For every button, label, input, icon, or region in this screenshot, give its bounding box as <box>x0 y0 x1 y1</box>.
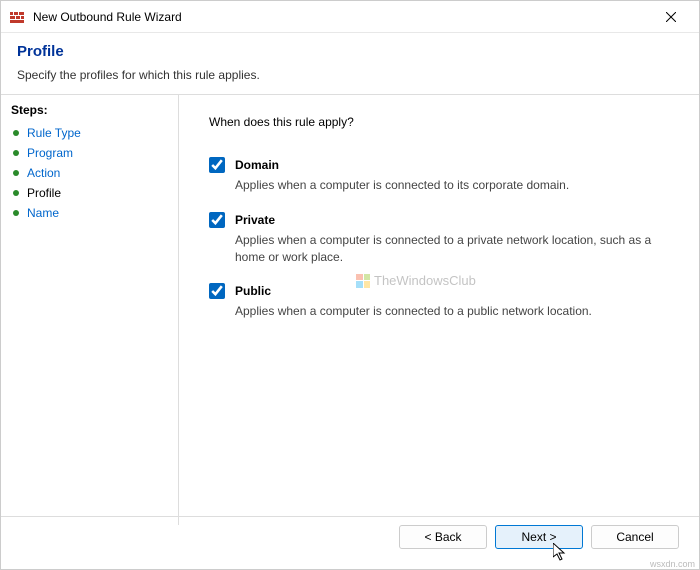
bullet-icon <box>13 150 19 156</box>
option-domain: Domain Applies when a computer is connec… <box>209 157 669 194</box>
public-checkbox[interactable] <box>209 283 225 299</box>
content-panel: When does this rule apply? Domain Applie… <box>179 95 699 525</box>
firewall-icon <box>9 9 25 25</box>
cancel-button[interactable]: Cancel <box>591 525 679 549</box>
bullet-icon <box>13 190 19 196</box>
page-title: Profile <box>17 43 683 60</box>
wizard-body: Steps: Rule Type Program Action Profile … <box>1 95 699 525</box>
step-label: Rule Type <box>27 126 81 140</box>
wizard-header: Profile Specify the profiles for which t… <box>1 33 699 94</box>
back-button[interactable]: < Back <box>399 525 487 549</box>
page-subtitle: Specify the profiles for which this rule… <box>17 68 683 82</box>
step-label: Profile <box>27 186 61 200</box>
window-title: New Outbound Rule Wizard <box>33 10 651 24</box>
step-label: Program <box>27 146 73 160</box>
titlebar: New Outbound Rule Wizard <box>1 1 699 33</box>
domain-label[interactable]: Domain <box>235 158 279 172</box>
steps-heading: Steps: <box>11 103 168 117</box>
steps-sidebar: Steps: Rule Type Program Action Profile … <box>1 95 179 525</box>
next-button[interactable]: Next > <box>495 525 583 549</box>
step-label: Name <box>27 206 59 220</box>
attribution-text: wsxdn.com <box>650 559 695 569</box>
step-profile[interactable]: Profile <box>11 183 168 203</box>
steps-list: Rule Type Program Action Profile Name <box>11 123 168 223</box>
step-program[interactable]: Program <box>11 143 168 163</box>
step-action[interactable]: Action <box>11 163 168 183</box>
close-icon <box>666 12 676 22</box>
public-label[interactable]: Public <box>235 284 271 298</box>
question-text: When does this rule apply? <box>209 115 669 129</box>
option-public: Public Applies when a computer is connec… <box>209 283 669 320</box>
close-button[interactable] <box>651 1 691 32</box>
step-name[interactable]: Name <box>11 203 168 223</box>
step-label: Action <box>27 166 60 180</box>
step-rule-type[interactable]: Rule Type <box>11 123 168 143</box>
private-description: Applies when a computer is connected to … <box>235 232 655 266</box>
bullet-icon <box>13 170 19 176</box>
public-description: Applies when a computer is connected to … <box>235 303 655 320</box>
bullet-icon <box>13 210 19 216</box>
private-label[interactable]: Private <box>235 213 275 227</box>
bullet-icon <box>13 130 19 136</box>
option-private: Private Applies when a computer is conne… <box>209 212 669 266</box>
private-checkbox[interactable] <box>209 212 225 228</box>
footer-buttons: < Back Next > Cancel <box>1 516 699 557</box>
domain-checkbox[interactable] <box>209 157 225 173</box>
domain-description: Applies when a computer is connected to … <box>235 177 655 194</box>
